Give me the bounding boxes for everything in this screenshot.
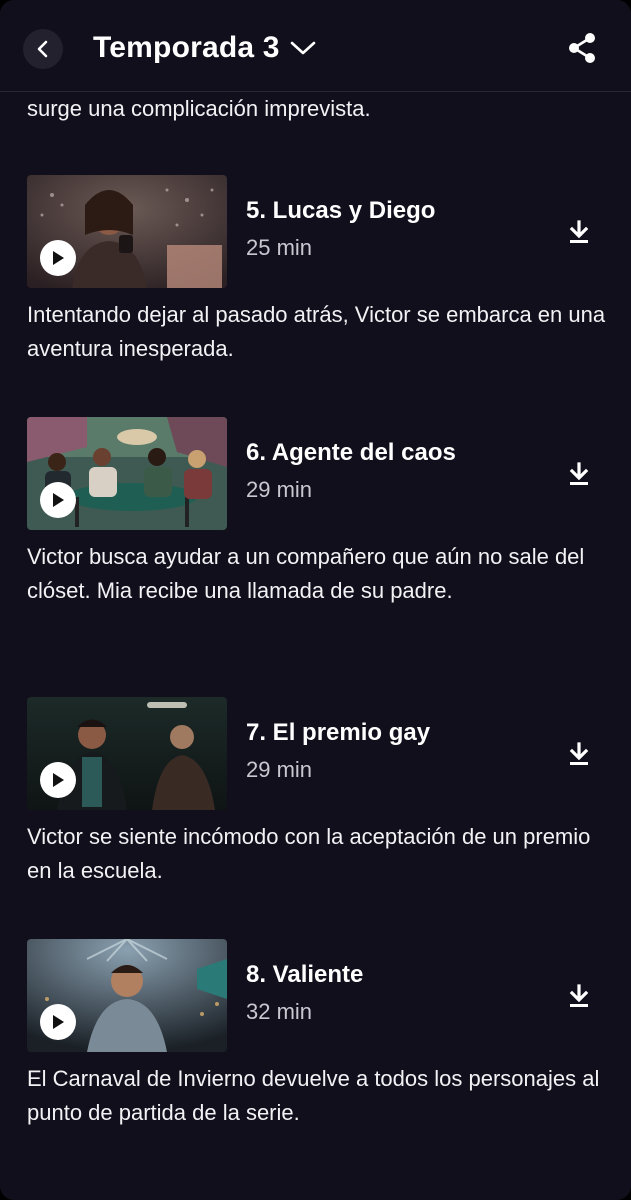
episode-item-8[interactable]: 8. Valiente 32 min [0,939,631,1053]
episode-duration: 29 min [246,757,313,782]
play-icon [53,773,64,787]
episode-thumbnail[interactable] [27,697,227,810]
episode-title[interactable]: 6. Agente del caos [246,439,456,467]
episode-thumbnail[interactable] [27,417,227,530]
episode-description: Victor se siente incómodo con la aceptac… [27,824,591,883]
download-icon [569,984,589,1007]
back-button[interactable] [23,29,63,69]
play-icon [53,1015,64,1029]
episode-title[interactable]: 5. Lucas y Diego [246,197,435,225]
previous-episode-description: surge una complicación imprevista. [27,96,371,121]
episode-duration: 29 min [246,477,313,502]
episode-description: El Carnaval de Invierno devuelve a todos… [27,1066,600,1125]
season-episodes-screen: surge una complicación imprevista. 5. Lu… [0,0,631,1200]
download-button[interactable] [562,737,596,771]
share-icon [569,33,595,63]
play-button[interactable] [40,482,76,518]
episode-item-7[interactable]: 7. El premio gay 29 min [0,697,631,811]
episode-duration: 25 min [246,235,313,260]
episode-title[interactable]: 8. Valiente [246,961,363,989]
chevron-down-icon[interactable] [290,40,316,56]
play-button[interactable] [40,240,76,276]
chevron-left-icon [37,40,48,58]
season-title[interactable]: Temporada 3 [93,31,280,65]
play-icon [53,493,64,507]
episode-title[interactable]: 7. El premio gay [246,719,430,747]
episode-thumbnail[interactable] [27,175,227,288]
episode-duration: 32 min [246,999,313,1024]
episode-description: Intentando dejar al pasado atrás, Victor… [27,302,606,361]
top-bar: Temporada 3 [0,0,631,92]
play-button[interactable] [40,1004,76,1040]
episode-thumbnail[interactable] [27,939,227,1052]
play-button[interactable] [40,762,76,798]
download-button[interactable] [562,457,596,491]
download-button[interactable] [562,979,596,1013]
share-button[interactable] [562,28,602,68]
download-icon [569,462,589,485]
download-button[interactable] [562,215,596,249]
season-selector[interactable]: Temporada 3 [93,26,316,70]
play-icon [53,251,64,265]
download-icon [569,220,589,243]
episode-item-5[interactable]: 5. Lucas y Diego 25 min [0,175,631,289]
episode-item-6[interactable]: 6. Agente del caos 29 min [0,417,631,531]
download-icon [569,742,589,765]
episode-description: Victor busca ayudar a un compañero que a… [27,544,585,603]
